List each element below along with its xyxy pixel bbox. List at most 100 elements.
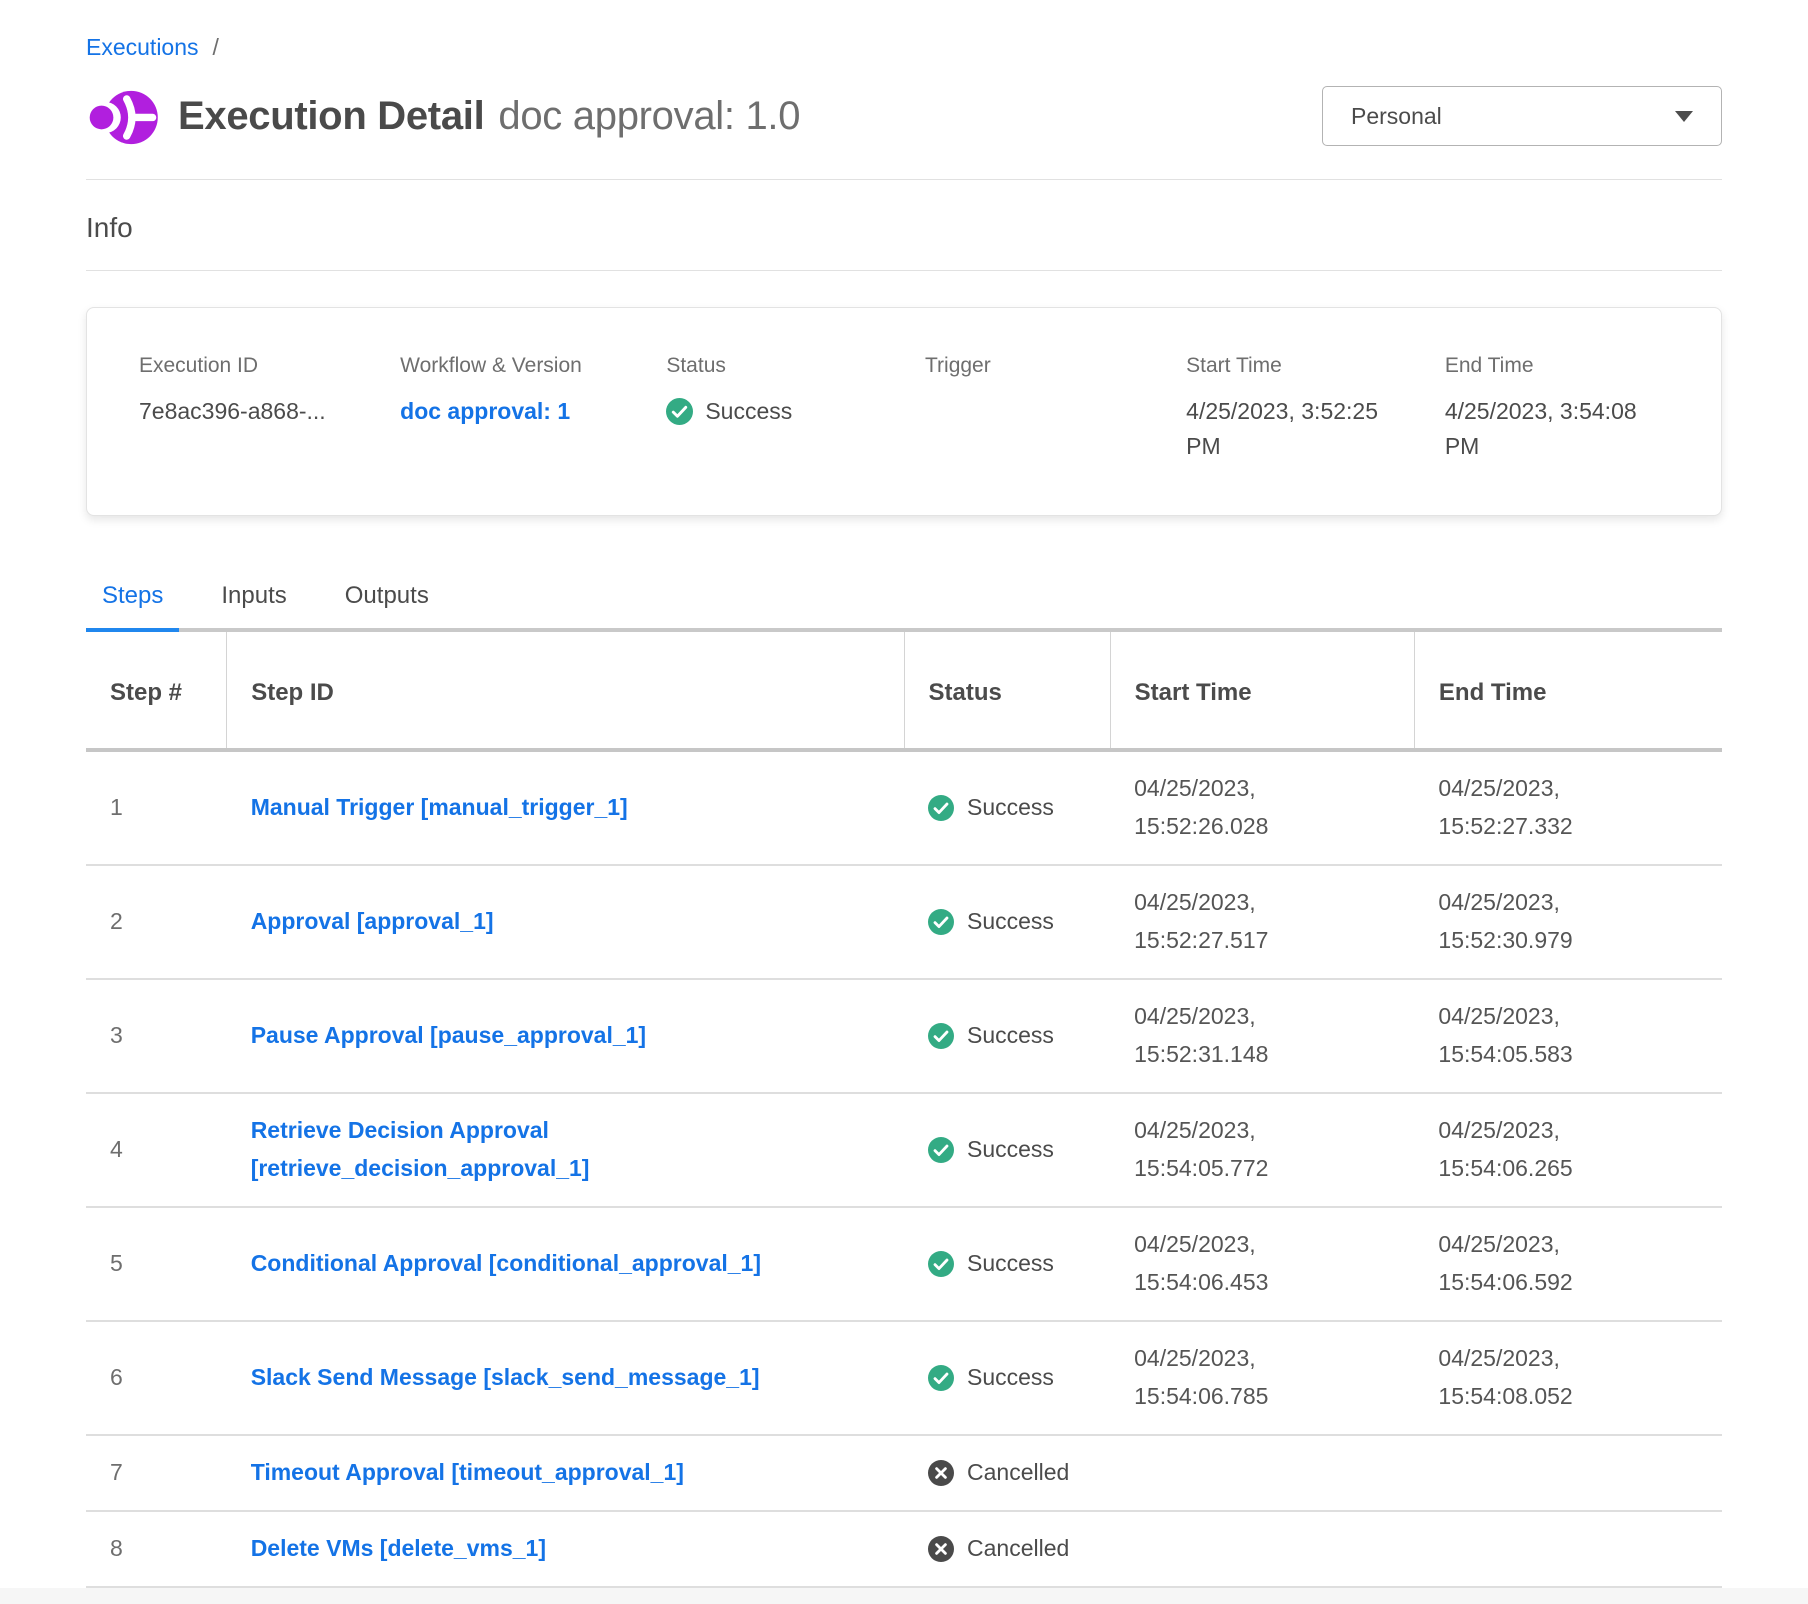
info-divider: [86, 270, 1722, 271]
end-time-cell: 04/25/2023,15:54:06.592: [1414, 1207, 1722, 1321]
tab-steps[interactable]: Steps: [86, 576, 179, 632]
end-time-cell: 04/25/2023,15:54:08.052: [1414, 1321, 1722, 1435]
col-header-step-number: Step #: [86, 632, 227, 750]
step-number: 6: [86, 1321, 227, 1435]
success-icon: [928, 909, 954, 935]
success-icon: [928, 1251, 954, 1277]
success-icon: [928, 1023, 954, 1049]
step-number: 5: [86, 1207, 227, 1321]
status-badge: Success: [967, 1245, 1054, 1283]
breadcrumb-separator: /: [213, 34, 219, 61]
cancelled-icon: [928, 1460, 954, 1486]
breadcrumb: Executions /: [86, 34, 1722, 61]
end-time-cell: [1414, 1435, 1722, 1511]
table-row: 6 Slack Send Message [slack_send_message…: [86, 1321, 1722, 1435]
success-icon: [928, 795, 954, 821]
end-time-cell: 04/25/2023,15:52:30.979: [1414, 865, 1722, 979]
tab-inputs[interactable]: Inputs: [205, 576, 302, 632]
step-number: 7: [86, 1435, 227, 1511]
steps-table: Step # Step ID Status Start Time End Tim…: [86, 632, 1722, 1588]
step-link[interactable]: Timeout Approval [timeout_approval_1]: [251, 1459, 684, 1485]
table-row: 5 Conditional Approval [conditional_appr…: [86, 1207, 1722, 1321]
status-badge: Success: [967, 1017, 1054, 1055]
status-badge: Success: [967, 1359, 1054, 1397]
execution-detail-page: Executions / Execution Detail doc approv…: [0, 0, 1808, 1588]
page-bottom-strip: [0, 1588, 1808, 1604]
table-row: 3 Pause Approval [pause_approval_1] Succ…: [86, 979, 1722, 1093]
status-badge: Success: [967, 903, 1054, 941]
table-row: 7 Timeout Approval [timeout_approval_1] …: [86, 1435, 1722, 1511]
scope-dropdown[interactable]: Personal: [1322, 86, 1722, 146]
step-link[interactable]: Retrieve Decision Approval [retrieve_dec…: [251, 1117, 590, 1181]
title-divider: [86, 179, 1722, 180]
step-number: 8: [86, 1511, 227, 1587]
start-time-value: 4/25/2023, 3:52:25 PM: [1186, 394, 1401, 463]
cancelled-icon: [928, 1536, 954, 1562]
table-row: 4 Retrieve Decision Approval [retrieve_d…: [86, 1093, 1722, 1207]
step-number: 1: [86, 750, 227, 865]
info-execution-id: Execution ID 7e8ac396-a868-...: [139, 354, 390, 463]
end-time-cell: [1414, 1511, 1722, 1587]
table-row: 2 Approval [approval_1] Success 04/25/20…: [86, 865, 1722, 979]
execution-id-value: 7e8ac396-a868-...: [139, 394, 354, 429]
step-link[interactable]: Delete VMs [delete_vms_1]: [251, 1535, 546, 1561]
success-icon: [666, 398, 693, 425]
step-link[interactable]: Approval [approval_1]: [251, 908, 494, 934]
scope-dropdown-value: Personal: [1351, 103, 1675, 130]
start-time-cell: 04/25/2023,15:52:31.148: [1110, 979, 1414, 1093]
step-link[interactable]: Slack Send Message [slack_send_message_1…: [251, 1364, 760, 1390]
info-end-time: End Time 4/25/2023, 3:54:08 PM: [1445, 354, 1701, 463]
info-label: Execution ID: [139, 354, 390, 378]
start-time-cell: 04/25/2023,15:52:27.517: [1110, 865, 1414, 979]
status-badge: Cancelled: [967, 1530, 1069, 1568]
status-badge: Success: [967, 1131, 1054, 1169]
status-badge: Cancelled: [967, 1454, 1069, 1492]
workflow-version-link[interactable]: doc approval: 1: [400, 394, 615, 429]
end-time-cell: 04/25/2023,15:52:27.332: [1414, 750, 1722, 865]
info-status: Status Success: [666, 354, 915, 463]
breadcrumb-executions-link[interactable]: Executions: [86, 34, 199, 61]
step-link[interactable]: Pause Approval [pause_approval_1]: [251, 1022, 646, 1048]
status-value: Success: [705, 394, 792, 429]
step-number: 3: [86, 979, 227, 1093]
page-title: Execution Detail: [178, 94, 484, 139]
start-time-cell: 04/25/2023,15:54:06.453: [1110, 1207, 1414, 1321]
step-link[interactable]: Manual Trigger [manual_trigger_1]: [251, 794, 628, 820]
page-subtitle: doc approval: 1.0: [498, 94, 800, 139]
status-badge: Success: [967, 789, 1054, 827]
step-number: 2: [86, 865, 227, 979]
col-header-status: Status: [904, 632, 1110, 750]
detail-tabs: Steps Inputs Outputs: [86, 576, 1722, 632]
start-time-cell: [1110, 1435, 1414, 1511]
execution-info-card: Execution ID 7e8ac396-a868-... Workflow …: [86, 307, 1722, 516]
col-header-end-time: End Time: [1414, 632, 1722, 750]
table-row: 1 Manual Trigger [manual_trigger_1] Succ…: [86, 750, 1722, 865]
info-label: Start Time: [1186, 354, 1435, 378]
col-header-start-time: Start Time: [1110, 632, 1414, 750]
start-time-cell: [1110, 1511, 1414, 1587]
end-time-cell: 04/25/2023,15:54:05.583: [1414, 979, 1722, 1093]
table-row: 8 Delete VMs [delete_vms_1] Cancelled: [86, 1511, 1722, 1587]
steps-table-header-row: Step # Step ID Status Start Time End Tim…: [86, 632, 1722, 750]
info-label: Trigger: [925, 354, 1176, 378]
info-start-time: Start Time 4/25/2023, 3:52:25 PM: [1186, 354, 1435, 463]
info-trigger: Trigger: [925, 354, 1176, 463]
workflow-logo-icon: [86, 79, 160, 153]
start-time-cell: 04/25/2023,15:54:05.772: [1110, 1093, 1414, 1207]
end-time-cell: 04/25/2023,15:54:06.265: [1414, 1093, 1722, 1207]
step-number: 4: [86, 1093, 227, 1207]
title-row: Execution Detail doc approval: 1.0 Perso…: [86, 79, 1722, 153]
info-workflow-version: Workflow & Version doc approval: 1: [400, 354, 656, 463]
end-time-value: 4/25/2023, 3:54:08 PM: [1445, 394, 1660, 463]
success-icon: [928, 1365, 954, 1391]
tab-outputs[interactable]: Outputs: [329, 576, 445, 632]
success-icon: [928, 1137, 954, 1163]
start-time-cell: 04/25/2023,15:52:26.028: [1110, 750, 1414, 865]
chevron-down-icon: [1675, 111, 1693, 122]
info-label: End Time: [1445, 354, 1701, 378]
col-header-step-id: Step ID: [227, 632, 904, 750]
info-label: Workflow & Version: [400, 354, 656, 378]
info-section-heading: Info: [86, 212, 1722, 244]
start-time-cell: 04/25/2023,15:54:06.785: [1110, 1321, 1414, 1435]
step-link[interactable]: Conditional Approval [conditional_approv…: [251, 1250, 761, 1276]
